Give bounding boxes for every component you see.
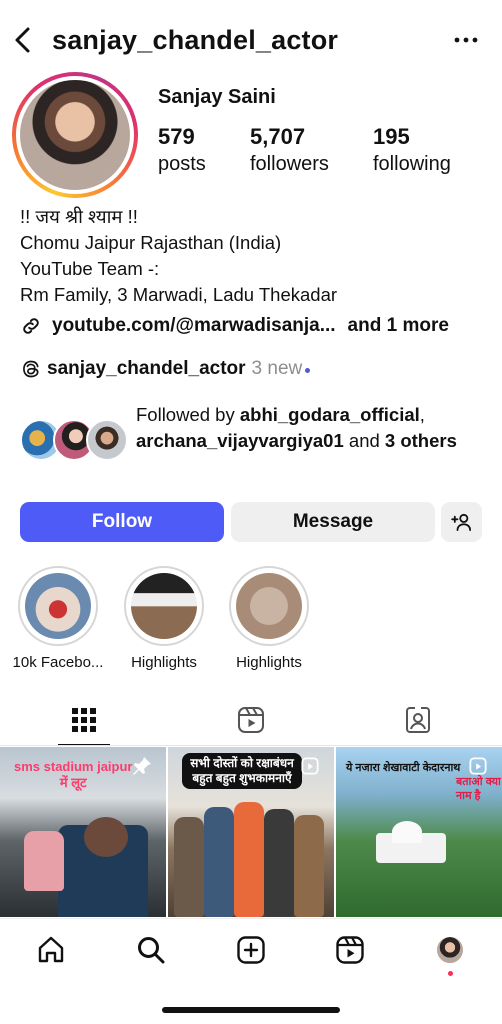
divider: [0, 745, 502, 746]
bio-line: YouTube Team -:: [20, 258, 160, 279]
profile-link-text[interactable]: youtube.com/@marwadisanja...: [52, 315, 336, 337]
pin-icon: [132, 756, 152, 776]
followed-by-text[interactable]: Followed by abhi_godara_official, archan…: [136, 402, 476, 454]
profile-avatar-small: [435, 935, 465, 965]
story-highlight[interactable]: Highlights: [122, 566, 206, 671]
chevron-left-icon: [15, 27, 30, 53]
home-indicator: [162, 1007, 340, 1013]
profile-avatar: [20, 80, 130, 190]
nav-reels[interactable]: [333, 933, 367, 967]
highlight-label: Highlights: [236, 654, 302, 671]
story-highlight[interactable]: Highlights: [227, 566, 311, 671]
post-thumbnail[interactable]: सभी दोस्तों को रक्षाबंधन बहुत बहुत शुभका…: [168, 747, 334, 917]
highlight-cover: [131, 573, 197, 639]
post-grid: sms stadium jaipur में लूट सभी दोस्तों को…: [0, 747, 502, 917]
threads-badge[interactable]: sanjay_chandel_actor 3 new: [20, 355, 311, 383]
highlight-cover: [236, 573, 302, 639]
reel-badge-icon: [300, 756, 320, 776]
profile-link[interactable]: youtube.com/@marwadisanja... and 1 more: [20, 312, 449, 340]
story-highlight[interactable]: 10k Facebo...: [13, 566, 103, 671]
tagged-icon: [405, 707, 430, 733]
stat-followers-count: 5,707: [250, 124, 306, 149]
mutual-others: 3 others: [384, 430, 457, 451]
threads-icon: [20, 358, 42, 380]
mutual-avatar: [86, 419, 128, 461]
followed-by-and: and: [343, 430, 385, 451]
bio-line: !! जय श्री श्याम !!: [20, 206, 138, 227]
add-user-icon: [450, 513, 471, 531]
grid-icon: [71, 708, 96, 732]
nav-create[interactable]: [234, 933, 268, 967]
nav-profile[interactable]: [433, 933, 467, 967]
stat-following-count: 195: [373, 124, 410, 149]
reel-badge-icon: [468, 756, 488, 776]
back-button[interactable]: [8, 20, 38, 60]
notification-dot: [448, 971, 453, 976]
stat-following[interactable]: 195 following: [373, 124, 451, 176]
more-links[interactable]: and 1 more: [348, 315, 449, 337]
mutual-user-1: abhi_godara_official: [239, 404, 420, 425]
home-icon: [38, 936, 64, 963]
display-name: Sanjay Saini: [158, 86, 276, 108]
mutual-followers-avatars[interactable]: [20, 419, 130, 463]
threads-handle: sanjay_chandel_actor: [47, 358, 246, 379]
stat-posts[interactable]: 579 posts: [158, 124, 206, 176]
tab-grid[interactable]: [0, 694, 167, 746]
post-caption: sms stadium jaipur में लूट: [14, 759, 133, 790]
tab-tagged[interactable]: [334, 694, 501, 746]
tab-reels[interactable]: [167, 694, 334, 746]
stat-followers[interactable]: 5,707 followers: [250, 124, 329, 176]
stat-posts-count: 579: [158, 124, 195, 149]
nav-home[interactable]: [34, 933, 68, 967]
profile-username: sanjay_chandel_actor: [52, 25, 339, 55]
followed-by-prefix: Followed by: [136, 404, 240, 425]
reels-icon: [237, 707, 264, 733]
nav-search[interactable]: [134, 933, 168, 967]
profile-tabs: [0, 694, 502, 746]
profile-bio: !! जय श्री श्याम !! Chomu Jaipur Rajasth…: [20, 204, 490, 308]
suggested-users-button[interactable]: [441, 502, 482, 542]
bottom-navigation: [0, 918, 502, 982]
more-options-button[interactable]: [452, 28, 480, 52]
mutual-user-2: archana_vijayvargiya01: [136, 430, 344, 451]
profile-avatar-story-ring[interactable]: [12, 72, 138, 198]
post-caption: सभी दोस्तों को रक्षाबंधन बहुत बहुत शुभका…: [182, 753, 302, 789]
highlight-cover: [25, 573, 91, 639]
search-icon: [138, 937, 165, 964]
top-bar: sanjay_chandel_actor: [0, 18, 502, 62]
threads-new-count: 3 new: [251, 358, 303, 379]
followed-by-separator: ,: [419, 404, 425, 425]
more-horizontal-icon: [454, 37, 478, 43]
post-thumbnail[interactable]: ये नजारा शेखावाटी केदारनाथ बताओ क्या नाम …: [336, 747, 502, 917]
reels-icon: [336, 936, 364, 964]
plus-square-icon: [237, 936, 265, 964]
message-button[interactable]: Message: [231, 502, 435, 542]
link-icon: [20, 314, 44, 338]
follow-button[interactable]: Follow: [20, 502, 224, 542]
post-thumbnail[interactable]: sms stadium jaipur में लूट: [0, 747, 166, 917]
bio-line: Chomu Jaipur Rajasthan (India): [20, 232, 282, 253]
stat-posts-label: posts: [158, 153, 206, 175]
stat-following-label: following: [373, 153, 451, 175]
stat-followers-label: followers: [250, 153, 329, 175]
new-indicator-dot: [305, 367, 311, 373]
bio-line: Rm Family, 3 Marwadi, Ladu Thekadar: [20, 284, 338, 305]
